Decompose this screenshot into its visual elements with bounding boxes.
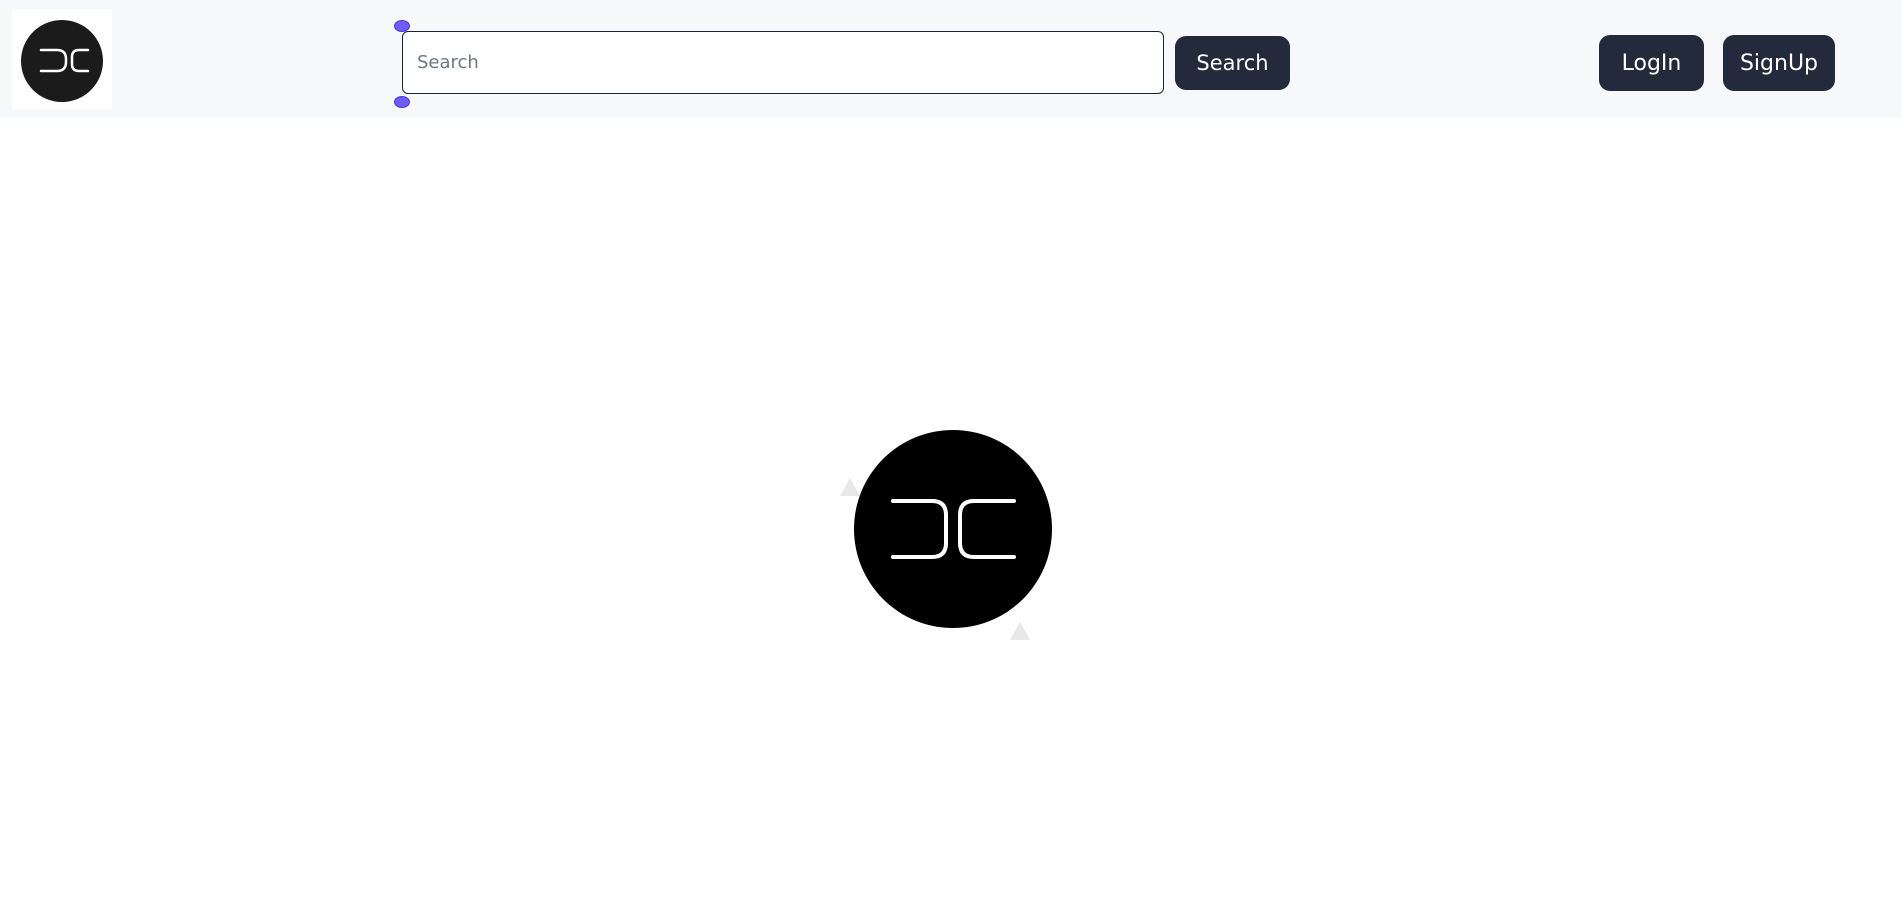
search-button[interactable]: Search (1175, 36, 1290, 90)
signup-button[interactable]: SignUp (1723, 35, 1835, 91)
dc-monogram-logo-icon (840, 430, 1052, 640)
text-selection-handle-bottom[interactable] (394, 96, 410, 108)
text-selection-handle-top[interactable] (394, 20, 410, 32)
hero-logo (828, 416, 1078, 656)
page: Search LogIn SignUp (0, 0, 1902, 898)
dc-monogram-logo-icon (21, 20, 103, 102)
top-navbar: Search LogIn SignUp (0, 0, 1902, 118)
brand-logo[interactable] (12, 9, 112, 109)
search-input[interactable] (402, 31, 1164, 94)
login-button[interactable]: LogIn (1599, 35, 1704, 91)
